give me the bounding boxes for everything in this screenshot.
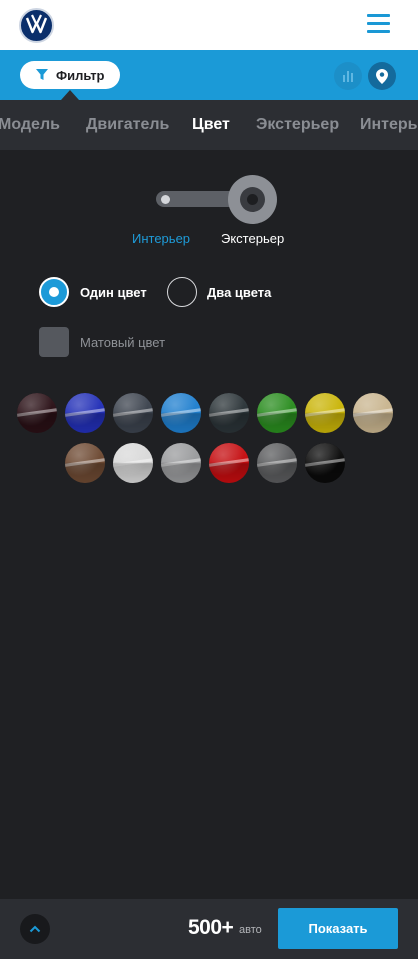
tab-exterior[interactable]: Экстерьер bbox=[256, 116, 339, 134]
color-swatch-green[interactable] bbox=[257, 393, 297, 433]
radio-two-colors-label[interactable]: Два цвета bbox=[207, 285, 271, 300]
map-button[interactable] bbox=[368, 62, 396, 90]
toggle-exterior-label[interactable]: Экстерьер bbox=[221, 231, 284, 246]
show-button[interactable]: Показать bbox=[278, 908, 398, 949]
color-swatch-beige[interactable] bbox=[353, 393, 393, 433]
color-swatch-grey[interactable] bbox=[257, 443, 297, 483]
scroll-up-button[interactable] bbox=[20, 914, 50, 944]
filter-button[interactable]: Фильтр bbox=[20, 61, 120, 89]
color-swatch-silver[interactable] bbox=[161, 443, 201, 483]
color-swatch-light-blue[interactable] bbox=[161, 393, 201, 433]
color-swatch-dark-slate[interactable] bbox=[209, 393, 249, 433]
tab-color[interactable]: Цвет bbox=[192, 116, 230, 134]
app-header bbox=[0, 0, 418, 50]
tab-interior[interactable]: Интерьер bbox=[360, 116, 418, 134]
result-count: 500+ bbox=[188, 916, 234, 939]
radio-two-colors[interactable] bbox=[167, 277, 197, 307]
hamburger-icon[interactable] bbox=[367, 14, 390, 34]
tab-model[interactable]: Модель bbox=[0, 116, 60, 134]
color-swatch-red[interactable] bbox=[209, 443, 249, 483]
chevron-up-icon bbox=[29, 925, 41, 933]
color-swatch-dark-grey[interactable] bbox=[113, 393, 153, 433]
stats-button[interactable] bbox=[334, 62, 362, 90]
filter-button-label: Фильтр bbox=[56, 67, 105, 83]
color-swatch-black[interactable] bbox=[305, 443, 345, 483]
color-swatch-blue[interactable] bbox=[65, 393, 105, 433]
bottom-bar: 500+ авто Показать bbox=[0, 899, 418, 959]
category-tabs: Модель Двигатель Цвет Экстерьер Интерьер bbox=[0, 100, 418, 150]
radio-one-color-label[interactable]: Один цвет bbox=[80, 285, 147, 300]
side-toggle-dot bbox=[161, 195, 170, 204]
vw-logo[interactable] bbox=[19, 8, 54, 43]
filter-pointer bbox=[61, 90, 79, 100]
funnel-icon bbox=[36, 69, 48, 80]
toggle-interior-label[interactable]: Интерьер bbox=[132, 231, 190, 246]
tab-engine[interactable]: Двигатель bbox=[86, 116, 169, 134]
bar-chart-icon bbox=[343, 71, 353, 82]
radio-one-color[interactable] bbox=[39, 277, 69, 307]
matte-checkbox-label[interactable]: Матовый цвет bbox=[80, 335, 165, 350]
side-toggle-knob[interactable] bbox=[228, 175, 277, 224]
color-swatch-white[interactable] bbox=[113, 443, 153, 483]
color-swatch-dark-burgundy[interactable] bbox=[17, 393, 57, 433]
map-pin-icon bbox=[376, 68, 388, 84]
color-swatch-yellow[interactable] bbox=[305, 393, 345, 433]
matte-checkbox[interactable] bbox=[39, 327, 69, 357]
color-swatch-brown[interactable] bbox=[65, 443, 105, 483]
result-count-unit: авто bbox=[239, 924, 262, 936]
